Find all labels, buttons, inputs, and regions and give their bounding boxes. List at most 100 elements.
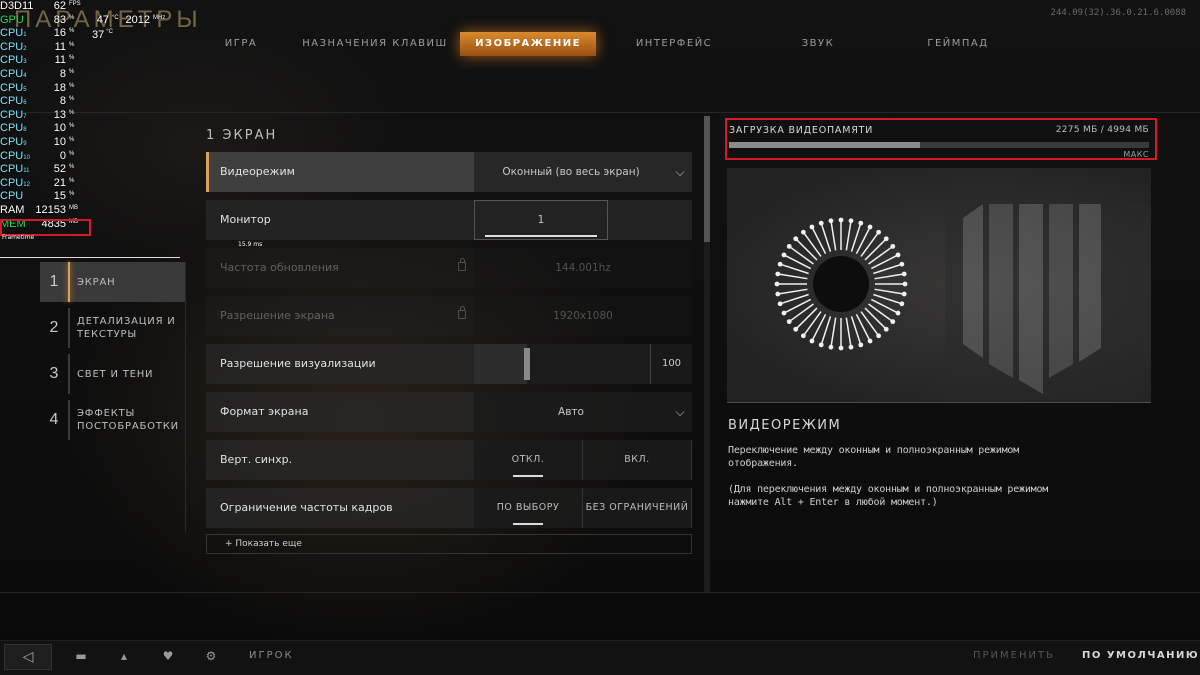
tab-graphics[interactable]: ИЗОБРАЖЕНИЕ [460, 32, 596, 56]
osd-cpu-unit: % [69, 41, 75, 48]
sidebar-item-light-shadows[interactable]: 3 СВЕТ И ТЕНИ [40, 354, 186, 394]
gear-icon[interactable]: ⚙ [203, 648, 219, 664]
back-button[interactable]: ◁ [4, 644, 52, 670]
footer-divider [0, 592, 1200, 593]
setting-label: Частота обновления [206, 248, 474, 288]
display-mode-dropdown[interactable]: Оконный (во весь экран) ⌵ [474, 152, 692, 192]
dropdown-value: Оконный (во весь экран) [502, 166, 640, 178]
vram-value: 2275 МБ / 4994 МБ [1055, 125, 1149, 135]
osd-cpu-unit: % [69, 150, 75, 157]
osd-cpu-index: 7 [23, 113, 27, 120]
osd-cpu-row: CPU11 52% [0, 163, 180, 177]
restore-defaults-button[interactable]: ПО УМОЛЧАНИЮ [1082, 650, 1199, 661]
osd-cpu-value: 13 [53, 108, 66, 121]
osd-cpu-value: 18 [53, 81, 66, 94]
apply-button[interactable]: ПРИМЕНИТЬ [973, 650, 1055, 661]
osd-cpu-unit: % [69, 28, 75, 35]
aspect-ratio-dropdown[interactable]: Авто ⌵ [474, 392, 692, 432]
setting-label: Монитор [220, 213, 271, 226]
vram-bar-fill [729, 142, 921, 148]
render-resolution-control: 100 [474, 344, 692, 384]
osd-cpu-list: CPU1 16% CPU2 11% CPU3 11% CPU4 8% CPU5 18% CPU6 8%… [0, 27, 180, 204]
slider-handle[interactable] [523, 348, 530, 380]
osd-ram-unit: MB [69, 204, 78, 211]
back-arrow-icon: ◁ [22, 649, 34, 665]
description-text: Переключение между оконным и полноэкранн… [728, 445, 1049, 508]
setting-monitor[interactable]: Монитор 1 [206, 200, 692, 240]
monitor-value-box[interactable]: 1 [474, 200, 608, 240]
osd-gpu-value: 83 [53, 13, 66, 26]
sidebar-item-post-processing[interactable]: 4 ЭФФЕКТЫ ПОСТОБРАБОТКИ [40, 400, 186, 440]
osd-cpu-name: CPU [0, 54, 24, 67]
sidebar-item-num: 3 [49, 365, 59, 382]
osd-cpu-temp-unit: °C [106, 29, 113, 35]
section-num: 1 [206, 128, 217, 143]
osd-cpu-name: CPU [0, 135, 24, 148]
settings-scrollbar[interactable] [704, 116, 710, 592]
preview-illustration [774, 204, 1151, 402]
vsync-on-option[interactable]: ВКЛ. [583, 440, 692, 480]
section-title: 1 ЭКРАН [206, 128, 277, 143]
osd-cpu-name: CPU [0, 176, 24, 189]
tab-gamepad[interactable]: ГЕЙМПАД [884, 32, 1032, 56]
tab-sound[interactable]: ЗВУК [752, 32, 884, 56]
osd-cpu-unit: % [69, 96, 75, 103]
vram-usage-panel: ЗАГРУЗКА ВИДЕОПАМЯТИ 2275 МБ / 4994 МБ М… [725, 118, 1157, 160]
sidebar-item-num: 1 [49, 273, 59, 290]
osd-cpu-temp: 37 °C [92, 29, 113, 41]
osd-cpu-row: CPU7 13% [0, 109, 180, 123]
sidebar-item-label: ЭКРАН [77, 276, 116, 288]
tab-interface[interactable]: ИНТЕРФЕЙС [596, 32, 752, 56]
setting-vsync[interactable]: Верт. синхр. ОТКЛ. ВКЛ. [206, 440, 692, 480]
player-button[interactable]: ИГРОК [249, 650, 294, 661]
osd-cpu-row: CPU4 8% [0, 68, 180, 82]
osd-cpu-index: 10 [23, 154, 30, 161]
scrollbar-thumb[interactable] [704, 116, 710, 242]
osd-cpu-value: 15 [53, 190, 66, 203]
render-resolution-slider[interactable] [474, 344, 650, 384]
show-more-button[interactable]: + Показать еще [206, 534, 692, 554]
osd-cpu-unit: % [69, 123, 75, 130]
osd-cpu-unit: % [69, 164, 75, 171]
osd-cpu-index: 8 [23, 127, 27, 134]
description-title: ВИДЕОРЕЖИМ [728, 418, 842, 433]
sidebar-item-num: 4 [49, 411, 59, 428]
vram-bar [729, 142, 1149, 148]
frame-limit-custom-option[interactable]: ПО ВЫБОРУ [474, 488, 583, 528]
render-resolution-value[interactable]: 100 [650, 344, 692, 384]
osd-cpu-value: 11 [54, 40, 66, 53]
osd-fps-unit: FPS [69, 1, 81, 7]
osd-cpu-row: CPU8 10% [0, 122, 180, 136]
sidebar-item-bar [68, 400, 70, 440]
setting-render-resolution[interactable]: Разрешение визуализации 100 [206, 344, 692, 384]
osd-cpu-row: CPU2 11% [0, 41, 180, 55]
setting-frame-limit[interactable]: Ограничение частоты кадров ПО ВЫБОРУ БЕЗ… [206, 488, 692, 528]
osd-cpu-unit: % [69, 109, 75, 116]
player-icon[interactable]: ▴ [116, 648, 132, 664]
chat-icon[interactable]: ▬ [73, 648, 89, 664]
monitor-selector[interactable]: 1 [474, 200, 692, 240]
tab-keybinds[interactable]: НАЗНАЧЕНИЯ КЛАВИШ [290, 32, 460, 56]
party-icon[interactable]: ♥ [160, 648, 176, 664]
setting-aspect-ratio[interactable]: Формат экрана Авто ⌵ [206, 392, 692, 432]
sidebar-item-label: СВЕТ И ТЕНИ [77, 368, 154, 380]
sidebar-item-screen[interactable]: 1 ЭКРАН [40, 262, 186, 302]
screen-resolution-value-box: 1920x1080 [474, 296, 692, 336]
setting-display-mode[interactable]: Видеорежим Оконный (во весь экран) ⌵ [206, 152, 692, 192]
settings-list: Видеорежим Оконный (во весь экран) ⌵ Мон… [206, 152, 692, 536]
frametime-graph [0, 257, 180, 258]
sidebar-item-bar [68, 262, 70, 302]
osd-cpu-name: CPU [0, 122, 24, 135]
osd-cpu-value: 8 [59, 67, 66, 80]
osd-cpu-unit: % [69, 68, 75, 75]
sidebar-item-detail-textures[interactable]: 2 ДЕТАЛИЗАЦИЯ И ТЕКСТУРЫ [40, 308, 186, 348]
tab-game[interactable]: ИГРА [192, 32, 290, 56]
vsync-off-option[interactable]: ОТКЛ. [474, 440, 583, 480]
setting-label: Разрешение визуализации [220, 357, 376, 370]
osd-cpu-index: 6 [23, 100, 27, 107]
sidebar-item-label: ЭФФЕКТЫ ПОСТОБРАБОТКИ [77, 408, 179, 432]
osd-cpu-index: 2 [23, 45, 27, 52]
osd-cpu-row: CPU10 0% [0, 150, 180, 164]
osd-cpu-index: 12 [23, 181, 30, 188]
frame-limit-unlimited-option[interactable]: БЕЗ ОГРАНИЧЕНИЙ [583, 488, 692, 528]
